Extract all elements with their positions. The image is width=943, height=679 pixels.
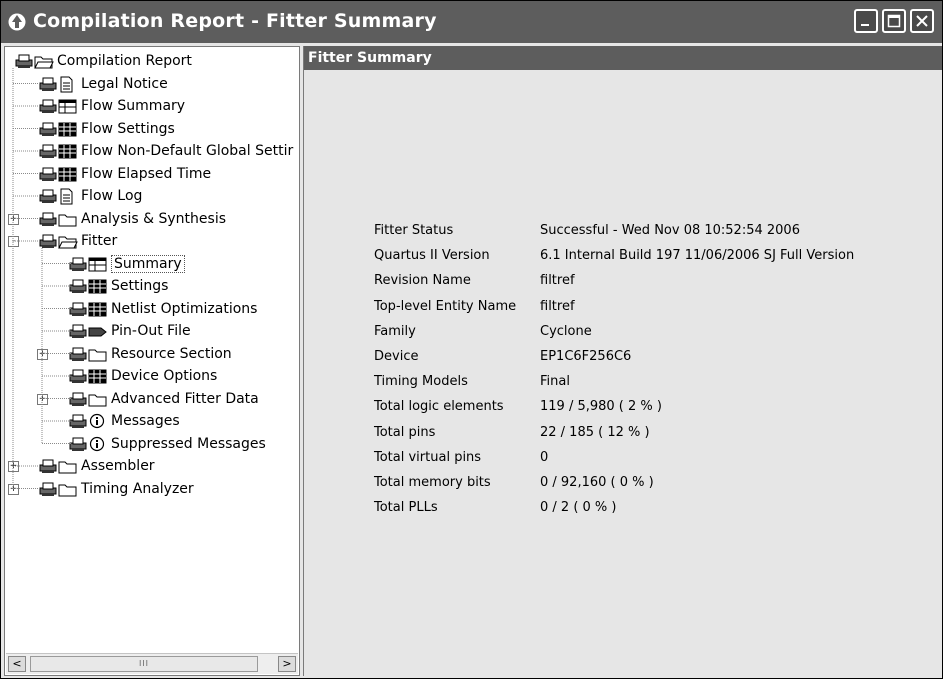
- summary-value: 22 / 185 ( 12 % ): [540, 424, 650, 440]
- summary-key: Top-level Entity Name: [374, 298, 517, 314]
- pane-header: Fitter Summary: [304, 46, 942, 70]
- summary-value: 6.1 Internal Build 197 11/06/2006 SJ Ful…: [540, 248, 855, 264]
- scroll-right-button[interactable]: >: [278, 656, 296, 672]
- summary-value: 0: [540, 449, 549, 465]
- summary-key: Quartus II Version: [374, 248, 490, 264]
- fitter-summary-pane: Fitter Summary Fitter Status Successful -…: [303, 46, 942, 676]
- summary-value: filtref: [540, 298, 575, 314]
- close-button[interactable]: [910, 9, 934, 33]
- summary-key: Total pins: [374, 424, 436, 440]
- summary-key: Timing Models: [374, 374, 468, 390]
- maximize-icon: [887, 14, 901, 28]
- summary-value: 0 / 92,160 ( 0 % ): [540, 475, 654, 490]
- summary-key: Device: [374, 349, 419, 364]
- minimize-button[interactable]: [854, 9, 878, 33]
- summary-key: Fitter Status: [374, 223, 454, 238]
- tree-connector-lines: [12, 68, 71, 489]
- summary-key: Total memory bits: [374, 475, 491, 490]
- summary-value: Successful - Wed Nov 08 10:52:54 2006: [540, 223, 800, 238]
- summary-key: Family: [374, 323, 416, 339]
- summary-key: Total logic elements: [374, 399, 504, 415]
- summary-value: 119 / 5,980 ( 2 % ): [540, 399, 662, 415]
- minimize-icon: [861, 24, 869, 26]
- horizontal-scrollbar[interactable]: < III >: [6, 653, 298, 674]
- summary-value: Cyclone: [540, 323, 592, 339]
- title-bar[interactable]: Compilation Report - Fitter Summary: [1, 1, 942, 43]
- summary-value: 0 / 2 ( 0 % ): [540, 500, 617, 516]
- maximize-button[interactable]: [882, 9, 906, 33]
- summary-value: Final: [540, 374, 570, 390]
- compilation-report-window: Compilation Report - Fitter Summary Comp…: [0, 0, 943, 679]
- summary-value: EP1C6F256C6: [540, 349, 632, 364]
- close-icon: [916, 15, 928, 27]
- scroll-thumb[interactable]: III: [30, 656, 258, 672]
- summary-key: Revision Name: [374, 273, 471, 289]
- summary-key: Total virtual pins: [374, 449, 482, 465]
- app-icon: [8, 13, 26, 31]
- summary-value: filtref: [540, 273, 575, 289]
- summary-key: Total PLLs: [374, 500, 438, 516]
- report-tree-pane[interactable]: Compilation Report Legal Notice Flow Summa…: [4, 46, 300, 676]
- scroll-left-button[interactable]: <: [8, 656, 26, 672]
- window-title: Compilation Report - Fitter Summary: [33, 10, 437, 32]
